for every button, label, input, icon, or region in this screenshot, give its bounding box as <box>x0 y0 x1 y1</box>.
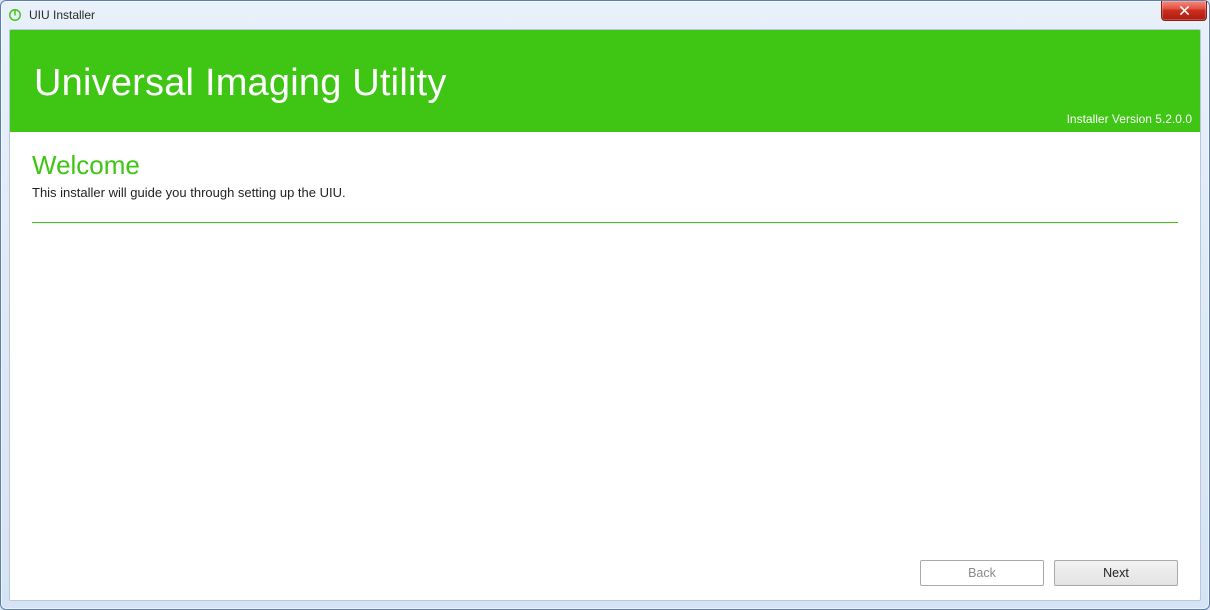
product-title: Universal Imaging Utility <box>34 62 447 105</box>
back-button[interactable]: Back <box>920 560 1044 586</box>
page-description: This installer will guide you through se… <box>32 185 1178 200</box>
app-icon <box>7 7 23 23</box>
version-label: Installer Version 5.2.0.0 <box>1067 112 1192 126</box>
page-heading: Welcome <box>32 150 1178 181</box>
next-button[interactable]: Next <box>1054 560 1178 586</box>
window-title: UIU Installer <box>29 8 95 22</box>
client-area: Universal Imaging Utility Installer Vers… <box>9 29 1201 601</box>
close-icon <box>1179 2 1190 20</box>
banner: Universal Imaging Utility Installer Vers… <box>10 30 1200 132</box>
close-button[interactable] <box>1161 1 1207 21</box>
titlebar[interactable]: UIU Installer <box>1 1 1209 29</box>
footer-buttons: Back Next <box>920 560 1178 586</box>
divider <box>32 222 1178 223</box>
installer-window: UIU Installer Universal Imaging Utility … <box>0 0 1210 610</box>
page-body: Welcome This installer will guide you th… <box>10 132 1200 600</box>
